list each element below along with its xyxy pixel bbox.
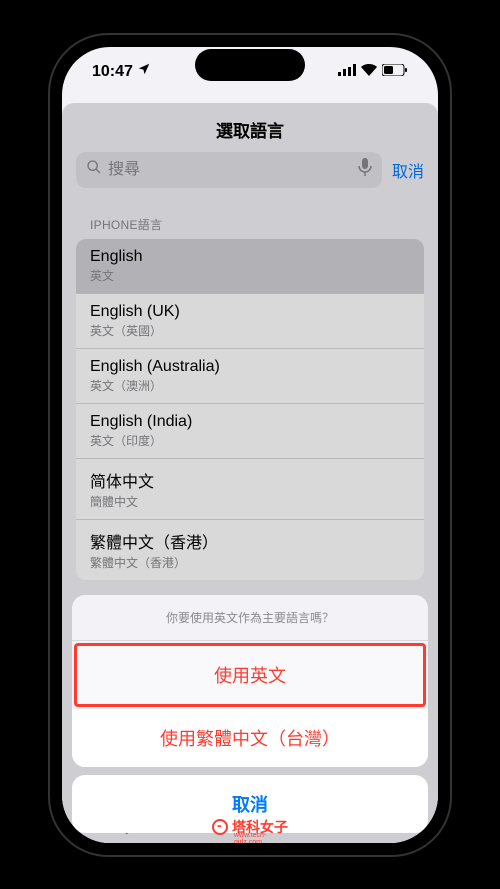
watermark: 塔科女子 www.tech-girlz.com bbox=[212, 817, 288, 837]
battery-icon bbox=[382, 63, 408, 81]
language-item[interactable]: English (UK)英文（英國） bbox=[76, 294, 424, 349]
section-header: IPHONE語言 bbox=[62, 198, 438, 239]
search-box[interactable] bbox=[76, 152, 382, 188]
phone-screen: 10:47 選取語言 bbox=[62, 47, 438, 843]
language-primary-label: English bbox=[90, 248, 410, 266]
language-item[interactable]: English (India)英文（印度） bbox=[76, 404, 424, 459]
use-chinese-button[interactable]: 使用繁體中文（台灣） bbox=[72, 709, 428, 767]
watermark-url: www.tech-girlz.com bbox=[234, 832, 288, 843]
search-cancel-button[interactable]: 取消 bbox=[392, 158, 424, 182]
sheet-title: 你要使用英文作為主要語言嗎？ bbox=[72, 595, 428, 641]
language-primary-label: 繁體中文（香港） bbox=[90, 529, 410, 553]
language-secondary-label: 英文（印度） bbox=[90, 432, 410, 449]
page-title: 選取語言 bbox=[62, 103, 438, 152]
signal-icon bbox=[338, 63, 356, 81]
microphone-icon[interactable] bbox=[358, 158, 372, 181]
phone-frame: 10:47 選取語言 bbox=[50, 35, 450, 855]
content-area: 選取語言 取消 IPHONE語言 English英文English (UK)英 bbox=[62, 103, 438, 843]
language-secondary-label: 繁體中文（香港） bbox=[90, 554, 410, 571]
wifi-icon bbox=[361, 63, 377, 81]
language-item[interactable]: English (Australia)英文（澳洲） bbox=[76, 349, 424, 404]
language-item[interactable]: English英文 bbox=[76, 239, 424, 294]
language-primary-label: English (Australia) bbox=[90, 358, 410, 376]
language-secondary-label: 英文（英國） bbox=[90, 322, 410, 339]
dynamic-island bbox=[195, 49, 305, 81]
language-primary-label: 简体中文 bbox=[90, 468, 410, 492]
language-list: English英文English (UK)英文（英國）English (Aust… bbox=[76, 239, 424, 580]
search-input[interactable] bbox=[108, 161, 352, 179]
language-primary-label: English (UK) bbox=[90, 303, 410, 321]
watermark-logo-icon bbox=[212, 819, 228, 835]
use-english-button[interactable]: 使用英文 bbox=[74, 643, 426, 707]
status-time: 10:47 bbox=[92, 63, 133, 81]
location-icon bbox=[137, 62, 151, 81]
language-item[interactable]: 简体中文簡體中文 bbox=[76, 459, 424, 520]
action-sheet: 你要使用英文作為主要語言嗎？ 使用英文 使用繁體中文（台灣） 取消 bbox=[62, 595, 438, 843]
search-icon bbox=[86, 159, 102, 180]
language-secondary-label: 英文（澳洲） bbox=[90, 377, 410, 394]
language-secondary-label: 簡體中文 bbox=[90, 493, 410, 510]
language-secondary-label: 英文 bbox=[90, 267, 410, 284]
language-item[interactable]: 繁體中文（香港）繁體中文（香港） bbox=[76, 520, 424, 580]
language-primary-label: English (India) bbox=[90, 413, 410, 431]
